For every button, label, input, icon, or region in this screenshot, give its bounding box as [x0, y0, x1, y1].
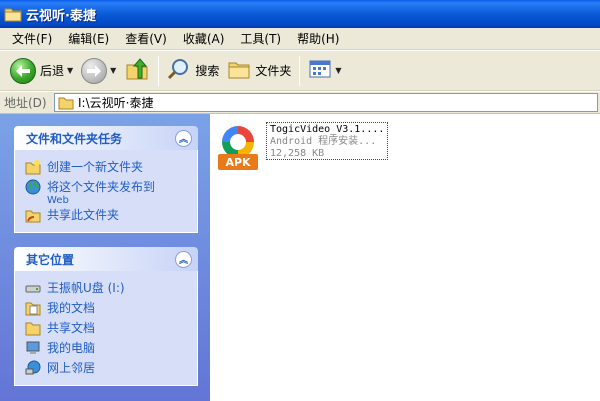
share-folder-icon	[25, 207, 41, 223]
place-label: 王振帆U盘 (I:)	[47, 281, 125, 295]
menu-file[interactable]: 文件(F)	[4, 29, 60, 49]
task-new-folder[interactable]: 创建一个新文件夹	[25, 158, 189, 178]
network-icon	[25, 360, 41, 376]
search-button[interactable]: 搜索	[163, 54, 223, 88]
place-my-computer[interactable]: 我的电脑	[25, 339, 189, 359]
place-usb-drive[interactable]: 王振帆U盘 (I:)	[25, 279, 189, 299]
back-dropdown-icon[interactable]: ▼	[67, 66, 73, 75]
collapse-chevron-icon[interactable]: ︽	[175, 250, 192, 268]
documents-icon	[25, 300, 41, 316]
task-sublabel: Web	[47, 195, 69, 206]
place-label: 网上邻居	[47, 361, 96, 375]
globe-icon	[25, 179, 41, 195]
address-input[interactable]: I:\云视听·泰捷	[54, 93, 598, 112]
folder-icon	[4, 6, 22, 22]
collapse-chevron-icon[interactable]: ︽	[175, 129, 192, 147]
address-bar: 地址(D) I:\云视听·泰捷	[0, 92, 600, 114]
up-folder-icon	[124, 56, 150, 85]
menu-help[interactable]: 帮助(H)	[289, 29, 347, 49]
menu-bar: 文件(F) 编辑(E) 查看(V) 收藏(A) 工具(T) 帮助(H)	[0, 28, 600, 50]
place-label: 我的文档	[47, 301, 96, 315]
other-places-panel: 其它位置 ︽ 王振帆U盘 (I:) 我的文档 共享文档 我的电脑 网上邻居	[14, 247, 198, 386]
search-icon	[167, 57, 191, 84]
views-icon	[308, 58, 332, 83]
file-type: Android 程序安装...	[270, 136, 377, 147]
file-info: TogicVideo_V3.1.... Android 程序安装... 12,2…	[266, 122, 389, 160]
address-label: 地址(D)	[4, 96, 47, 110]
place-shared-documents[interactable]: 共享文档	[25, 319, 189, 339]
views-button[interactable]: ▼	[304, 54, 345, 88]
place-my-documents[interactable]: 我的文档	[25, 299, 189, 319]
panel-header[interactable]: 文件和文件夹任务 ︽	[14, 126, 198, 150]
folders-button-label: 文件夹	[255, 64, 292, 78]
file-folder-tasks-panel: 文件和文件夹任务 ︽ 创建一个新文件夹 将这个文件夹发布到 Web 共享此文件夹	[14, 126, 198, 233]
panel-title: 其它位置	[26, 252, 75, 267]
toolbar: 后退 ▼ ▼ 搜索 文件夹 ▼	[0, 51, 600, 91]
back-button[interactable]: 后退 ▼	[6, 54, 77, 88]
task-label: 将这个文件夹发布到	[47, 180, 156, 194]
shared-folder-icon	[25, 320, 41, 336]
window-title: 云视听·泰捷	[26, 8, 96, 24]
task-share-folder[interactable]: 共享此文件夹	[25, 206, 189, 226]
panel-title: 文件和文件夹任务	[26, 131, 123, 146]
file-name: TogicVideo_V3.1....	[270, 124, 385, 135]
task-publish-web[interactable]: 将这个文件夹发布到 Web	[25, 178, 189, 206]
back-button-label: 后退	[40, 64, 65, 78]
apk-file-icon: APK	[216, 122, 260, 170]
menu-view[interactable]: 查看(V)	[117, 29, 175, 49]
toolbar-separator	[299, 55, 301, 86]
task-label: 创建一个新文件夹	[47, 160, 144, 174]
menu-tools[interactable]: 工具(T)	[232, 29, 289, 49]
file-item[interactable]: APK TogicVideo_V3.1.... Android 程序安装... …	[216, 122, 416, 182]
place-label: 共享文档	[47, 321, 96, 335]
file-size: 12,258 KB	[270, 148, 325, 159]
apk-badge: APK	[218, 154, 258, 170]
menu-favorites[interactable]: 收藏(A)	[175, 29, 233, 49]
folders-button[interactable]: 文件夹	[223, 54, 295, 88]
forward-arrow-icon	[81, 57, 108, 84]
computer-icon	[25, 340, 41, 356]
address-path: I:\云视听·泰捷	[78, 96, 154, 110]
search-button-label: 搜索	[195, 64, 220, 78]
address-folder-icon	[58, 96, 74, 110]
panel-body: 王振帆U盘 (I:) 我的文档 共享文档 我的电脑 网上邻居	[14, 271, 198, 386]
place-network[interactable]: 网上邻居	[25, 359, 189, 379]
up-folder-button[interactable]	[120, 54, 154, 88]
views-dropdown-icon[interactable]: ▼	[335, 66, 341, 75]
drive-icon	[25, 280, 41, 296]
back-arrow-icon	[10, 57, 36, 84]
task-pane: 文件和文件夹任务 ︽ 创建一个新文件夹 将这个文件夹发布到 Web 共享此文件夹…	[0, 114, 210, 401]
forward-button[interactable]: ▼	[77, 54, 120, 88]
toolbar-separator	[158, 55, 160, 86]
file-list-area[interactable]: APK TogicVideo_V3.1.... Android 程序安装... …	[210, 114, 600, 401]
title-bar[interactable]: 云视听·泰捷	[0, 0, 600, 28]
place-label: 我的电脑	[47, 341, 96, 355]
task-label: 共享此文件夹	[47, 208, 120, 222]
menu-edit[interactable]: 编辑(E)	[60, 29, 117, 49]
panel-body: 创建一个新文件夹 将这个文件夹发布到 Web 共享此文件夹	[14, 150, 198, 233]
folders-icon	[227, 58, 251, 83]
panel-header[interactable]: 其它位置 ︽	[14, 247, 198, 271]
forward-dropdown-icon[interactable]: ▼	[110, 66, 116, 75]
new-folder-icon	[25, 159, 41, 175]
